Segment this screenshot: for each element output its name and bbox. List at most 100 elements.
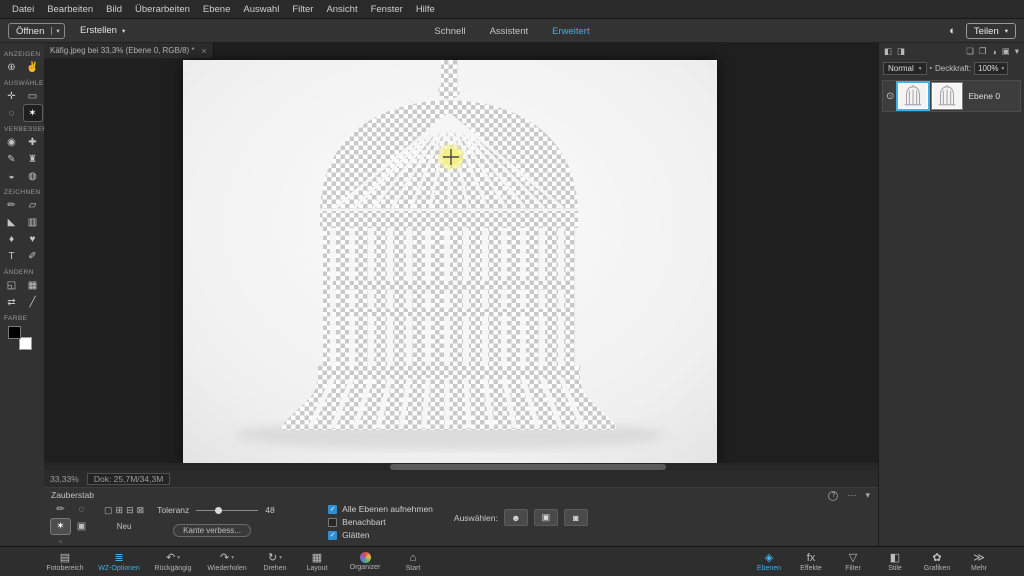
refine-edge-button[interactable]: Kante verbess... xyxy=(173,524,251,537)
blur-tool-icon[interactable]: ◒ xyxy=(3,168,21,184)
collapse-panel-icon[interactable]: ◨ xyxy=(897,46,905,57)
document-size-indicator[interactable]: Dok: 25,7M/34,3M xyxy=(86,473,171,485)
scrollbar-thumb[interactable] xyxy=(390,464,666,470)
taskbar-styles[interactable]: ◧ Stile xyxy=(874,547,916,576)
canvas-image[interactable] xyxy=(183,60,717,466)
lock-transparency-icon[interactable]: ▪ xyxy=(930,65,932,72)
share-button[interactable]: Teilen ▾ xyxy=(965,23,1016,39)
move-tool-icon[interactable]: ✛ xyxy=(3,88,21,104)
taskbar-layers[interactable]: ◈ Ebenen xyxy=(748,547,790,576)
menu-item-bild[interactable]: Bild xyxy=(106,4,122,15)
foreground-color-swatch[interactable] xyxy=(8,326,21,339)
checkbox-contiguous[interactable]: Benachbart xyxy=(328,517,433,527)
more-options-icon[interactable]: ⋯ xyxy=(847,490,856,501)
menu-item-ansicht[interactable]: Ansicht xyxy=(326,4,357,15)
tab-assistent[interactable]: Assistent xyxy=(490,26,529,37)
slider-knob[interactable] xyxy=(214,506,222,514)
magic-wand-variant-icon[interactable]: ✶ xyxy=(51,519,70,534)
menu-item-fenster[interactable]: Fenster xyxy=(371,4,403,15)
new-layer-icon[interactable]: ❏ xyxy=(966,46,974,57)
subtract-selection-icon[interactable]: ⊟ xyxy=(126,505,134,516)
new-selection-icon[interactable]: ▢ xyxy=(104,505,113,516)
expand-panel-icon[interactable]: ◧ xyxy=(884,46,892,57)
menu-item-auswahl[interactable]: Auswahl xyxy=(243,4,279,15)
checkbox-antialias[interactable]: ✓ Glätten xyxy=(328,530,433,540)
taskbar-layout[interactable]: ▦ Layout xyxy=(296,547,338,576)
horizontal-scrollbar[interactable] xyxy=(44,463,878,471)
tab-erweitert[interactable]: Erweitert xyxy=(552,26,589,37)
new-fill-layer-icon[interactable]: ◑ xyxy=(992,47,997,57)
new-group-icon[interactable]: ❐ xyxy=(979,46,987,57)
taskbar-home[interactable]: ⌂ Start xyxy=(392,547,434,576)
opacity-select[interactable]: 100% ▾ xyxy=(974,62,1009,75)
magic-wand-tool-icon[interactable]: ✶ xyxy=(23,105,42,121)
collapse-panel-icon[interactable]: ▾ xyxy=(865,490,870,501)
menu-item-bearbeiten[interactable]: Bearbeiten xyxy=(47,4,93,15)
menu-item-hilfe[interactable]: Hilfe xyxy=(416,4,435,15)
zoom-level[interactable]: 33,33% xyxy=(50,474,79,484)
tab-schnell[interactable]: Schnell xyxy=(434,26,465,37)
brush-tool-icon[interactable]: ✏ xyxy=(3,197,21,213)
chevron-down-icon[interactable]: ▾ xyxy=(279,552,282,564)
tolerance-slider[interactable] xyxy=(196,506,259,515)
select-subject-button[interactable]: ☻ xyxy=(503,509,528,526)
crop-tool-icon[interactable]: ◱ xyxy=(3,277,21,293)
menu-item-datei[interactable]: Datei xyxy=(12,4,34,15)
close-icon[interactable]: × xyxy=(202,46,207,56)
gradient-tool-icon[interactable]: ▥ xyxy=(24,214,42,230)
type-tool-icon[interactable]: T xyxy=(3,248,21,264)
layer-mask-thumbnail[interactable] xyxy=(931,82,964,110)
checkbox-icon[interactable]: ✓ xyxy=(328,504,338,514)
chevron-down-icon[interactable]: ▾ xyxy=(51,27,63,35)
hand-tool-icon[interactable]: ✌ xyxy=(24,59,42,75)
quick-selection-tool-icon[interactable]: ▣ xyxy=(72,519,91,534)
blend-mode-select[interactable]: Normal ▾ xyxy=(883,62,927,75)
layer-row[interactable]: ⊙ Ebene 0 xyxy=(882,80,1021,112)
help-icon[interactable]: ? xyxy=(828,490,839,501)
intersect-selection-icon[interactable]: ⊠ xyxy=(137,505,145,516)
taskbar-undo[interactable]: ↶ ▾ Rückgängig xyxy=(146,547,200,576)
contrast-icon[interactable]: ◐ xyxy=(949,25,956,37)
lasso-tool-icon[interactable]: ◌ xyxy=(3,105,21,121)
content-move-tool-icon[interactable]: ⇄ xyxy=(3,294,21,310)
taskbar-more[interactable]: ≫ Mehr xyxy=(958,547,1000,576)
create-button[interactable]: Erstellen ▾ xyxy=(80,25,125,36)
red-eye-tool-icon[interactable]: ◉ xyxy=(3,134,21,150)
smart-brush-tool-icon[interactable]: ✎ xyxy=(3,151,21,167)
layer-visibility-icon[interactable]: ⊙ xyxy=(886,91,894,102)
checkbox-icon[interactable]: ✓ xyxy=(328,530,338,540)
taskbar-organizer[interactable]: Organizer xyxy=(338,547,392,576)
taskbar-redo[interactable]: ↷ ▾ Wiederholen xyxy=(200,547,254,576)
add-selection-icon[interactable]: ⊞ xyxy=(116,505,124,516)
menu-item-ebene[interactable]: Ebene xyxy=(203,4,230,15)
taskbar-effects[interactable]: fx Effekte xyxy=(790,547,832,576)
selection-brush-tool-icon[interactable]: ✏ xyxy=(51,502,70,517)
menu-item-ueberarbeiten[interactable]: Überarbeiten xyxy=(135,4,190,15)
layer-thumbnail[interactable] xyxy=(896,81,931,111)
taskbar-graphics[interactable]: ✿ Grafiken xyxy=(916,547,958,576)
eyedropper-tool-icon[interactable]: ♦ xyxy=(3,231,21,247)
spot-healing-tool-icon[interactable]: ✚ xyxy=(24,134,42,150)
clone-stamp-tool-icon[interactable]: ♜ xyxy=(24,151,42,167)
pencil-tool-icon[interactable]: ✐ xyxy=(24,248,42,264)
open-button[interactable]: Öffnen ▾ xyxy=(8,23,65,39)
menu-item-filter[interactable]: Filter xyxy=(292,4,313,15)
zoom-tool-icon[interactable]: ⊕ xyxy=(3,59,21,75)
document-tab[interactable]: Käfig.jpeg bei 33,3% (Ebene 0, RGB/8) * … xyxy=(44,43,214,58)
recompose-tool-icon[interactable]: ▦ xyxy=(24,277,42,293)
refine-selection-brush-icon[interactable]: ◌ xyxy=(72,502,91,517)
marquee-tool-icon[interactable]: ▭ xyxy=(24,88,42,104)
shape-tool-icon[interactable]: ♥ xyxy=(24,231,42,247)
checkbox-icon[interactable] xyxy=(328,517,338,527)
taskbar-photo-bin[interactable]: ▤ Fotobereich xyxy=(38,547,92,576)
panel-menu-icon[interactable]: ▾ xyxy=(1015,46,1019,57)
checkbox-all-layers[interactable]: ✓ Alle Ebenen aufnehmen xyxy=(328,504,433,514)
chevron-down-icon[interactable]: ▾ xyxy=(231,552,234,564)
taskbar-rotate[interactable]: ↻ ▾ Drehen xyxy=(254,547,296,576)
select-background-button[interactable]: ◙ xyxy=(563,509,588,526)
paint-bucket-tool-icon[interactable]: ◣ xyxy=(3,214,21,230)
straighten-tool-icon[interactable]: ╱ xyxy=(24,294,42,310)
tolerance-value[interactable]: 48 xyxy=(265,505,274,515)
taskbar-filter[interactable]: ▽ Filter xyxy=(832,547,874,576)
taskbar-tool-options[interactable]: ≣ WZ-Optionen xyxy=(92,547,146,576)
